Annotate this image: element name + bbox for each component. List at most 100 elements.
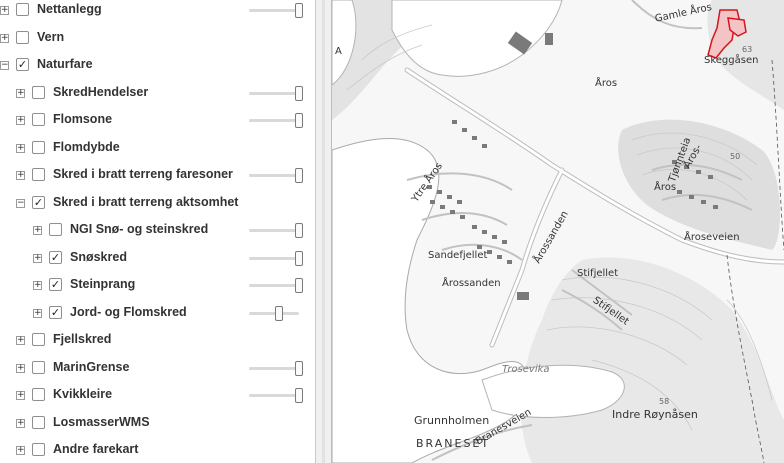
layer-checkbox[interactable]: [32, 388, 45, 401]
layer-row: + Andre farekart: [0, 439, 315, 463]
layer-label[interactable]: Flomdybde: [53, 140, 120, 154]
layer-label[interactable]: Naturfare: [37, 57, 93, 71]
layer-tree-panel: + Nettanlegg + Vern − ✓ Naturfare + SkredHendels…: [0, 0, 315, 463]
layer-checkbox[interactable]: ✓: [49, 305, 62, 319]
map-place-label: Åros: [595, 78, 618, 89]
opacity-slider-thumb[interactable]: [295, 388, 303, 403]
layer-label[interactable]: NGI Snø- og steinskred: [70, 222, 208, 236]
expand-icon[interactable]: +: [16, 446, 25, 455]
layer-checkbox[interactable]: [16, 3, 29, 16]
layer-label[interactable]: Skred i bratt terreng aktsomhet: [53, 195, 238, 209]
opacity-slider[interactable]: [249, 113, 303, 128]
expand-icon[interactable]: +: [33, 281, 42, 290]
layer-checkbox[interactable]: [32, 360, 45, 374]
opacity-slider[interactable]: [249, 168, 303, 183]
layer-label[interactable]: MarinGrense: [53, 360, 129, 374]
map-place-label: 50: [730, 152, 741, 161]
expand-icon[interactable]: +: [33, 308, 42, 318]
layer-row: + Nettanlegg: [0, 0, 315, 25]
layer-checkbox[interactable]: [32, 333, 45, 346]
layer-label[interactable]: Flomsone: [53, 112, 112, 126]
layer-row: + Vern: [0, 27, 315, 53]
layer-checkbox[interactable]: [16, 30, 29, 44]
layer-row: + Flomdybde: [0, 137, 315, 163]
opacity-slider-thumb[interactable]: [295, 113, 303, 128]
opacity-slider-thumb[interactable]: [275, 305, 283, 321]
opacity-slider-thumb[interactable]: [295, 250, 303, 266]
expand-icon[interactable]: +: [16, 171, 25, 180]
layer-row: − ✓ Naturfare: [0, 54, 315, 80]
layer-row: + LosmasserWMS: [0, 412, 315, 438]
layer-checkbox[interactable]: [32, 168, 45, 181]
layer-row: + ✓ Steinprang: [0, 274, 315, 300]
expand-icon[interactable]: +: [33, 226, 42, 235]
layer-label[interactable]: Vern: [37, 30, 64, 44]
map-place-label: 58: [659, 397, 670, 406]
layer-checkbox[interactable]: [32, 415, 45, 429]
expand-icon[interactable]: +: [0, 33, 9, 43]
opacity-slider-thumb[interactable]: [295, 168, 303, 183]
layer-checkbox[interactable]: [32, 85, 45, 99]
layer-row: + MarinGrense: [0, 357, 315, 383]
layer-checkbox[interactable]: ✓: [49, 250, 62, 264]
expand-icon[interactable]: +: [16, 363, 25, 373]
expand-icon[interactable]: +: [16, 336, 25, 345]
map-place-label: Sandefjellet: [428, 250, 488, 261]
panel-splitter[interactable]: [315, 0, 332, 463]
opacity-slider[interactable]: [249, 278, 303, 293]
layer-checkbox[interactable]: [32, 113, 45, 126]
opacity-slider[interactable]: [249, 85, 303, 101]
layer-row: − ✓ Skred i bratt terreng aktsomhet: [0, 192, 315, 218]
expand-icon[interactable]: +: [16, 88, 25, 98]
expand-icon[interactable]: +: [16, 143, 25, 153]
layer-row: + Fjellskred: [0, 329, 315, 355]
layer-label[interactable]: Skred i bratt terreng faresoner: [53, 167, 233, 181]
opacity-slider-thumb[interactable]: [295, 3, 303, 18]
map-view[interactable]: Gamle Åros Åros Skeggåsen 63 50 Tjønnteia Åros…: [332, 0, 784, 463]
layer-label[interactable]: Fjellskred: [53, 332, 111, 346]
layer-row: + Skred i bratt terreng faresoner: [0, 164, 315, 190]
collapse-icon[interactable]: −: [16, 198, 25, 208]
expand-icon[interactable]: +: [16, 116, 25, 125]
layer-checkbox[interactable]: [32, 140, 45, 154]
layer-checkbox[interactable]: ✓: [49, 278, 62, 291]
opacity-slider[interactable]: [249, 388, 303, 403]
expand-icon[interactable]: +: [16, 391, 25, 400]
layer-label[interactable]: Snøskred: [70, 250, 127, 264]
layer-label[interactable]: Kvikkleire: [53, 387, 112, 401]
layer-row: + Kvikkleire: [0, 384, 315, 410]
layer-label[interactable]: LosmasserWMS: [53, 415, 150, 429]
opacity-slider[interactable]: [249, 305, 299, 321]
map-place-label: Trosevika: [502, 364, 550, 375]
opacity-slider-thumb[interactable]: [295, 223, 303, 238]
opacity-slider-thumb[interactable]: [295, 278, 303, 293]
map-place-label: Åroseveien: [684, 232, 740, 243]
opacity-slider[interactable]: [249, 250, 303, 266]
map-place-label: Åros: [654, 182, 677, 193]
layer-label[interactable]: SkredHendelser: [53, 85, 148, 99]
layer-row: + Flomsone: [0, 109, 315, 135]
expand-icon[interactable]: +: [0, 6, 9, 15]
opacity-slider-thumb[interactable]: [295, 360, 303, 376]
layer-checkbox[interactable]: [32, 443, 45, 456]
layer-checkbox[interactable]: ✓: [16, 58, 29, 71]
layer-checkbox[interactable]: [49, 223, 62, 236]
layer-checkbox[interactable]: ✓: [32, 195, 45, 209]
collapse-icon[interactable]: −: [0, 61, 9, 70]
opacity-slider[interactable]: [249, 360, 303, 376]
expand-icon[interactable]: +: [33, 253, 42, 263]
layer-label[interactable]: Andre farekart: [53, 442, 138, 456]
layer-label[interactable]: Jord- og Flomskred: [70, 305, 187, 319]
splitter-grip: [322, 0, 325, 463]
map-place-label: Årossanden: [442, 278, 501, 289]
opacity-slider[interactable]: [249, 3, 303, 18]
opacity-slider-thumb[interactable]: [295, 85, 303, 101]
expand-icon[interactable]: +: [16, 418, 25, 428]
layer-label[interactable]: Nettanlegg: [37, 2, 102, 16]
layer-label[interactable]: Steinprang: [70, 277, 135, 291]
opacity-slider[interactable]: [249, 223, 303, 238]
layer-row: + SkredHendelser: [0, 82, 315, 108]
layer-row: + NGI Snø- og steinskred: [0, 219, 315, 245]
map-place-label: A: [335, 46, 342, 57]
layer-row: + ✓ Jord- og Flomskred: [0, 302, 315, 328]
